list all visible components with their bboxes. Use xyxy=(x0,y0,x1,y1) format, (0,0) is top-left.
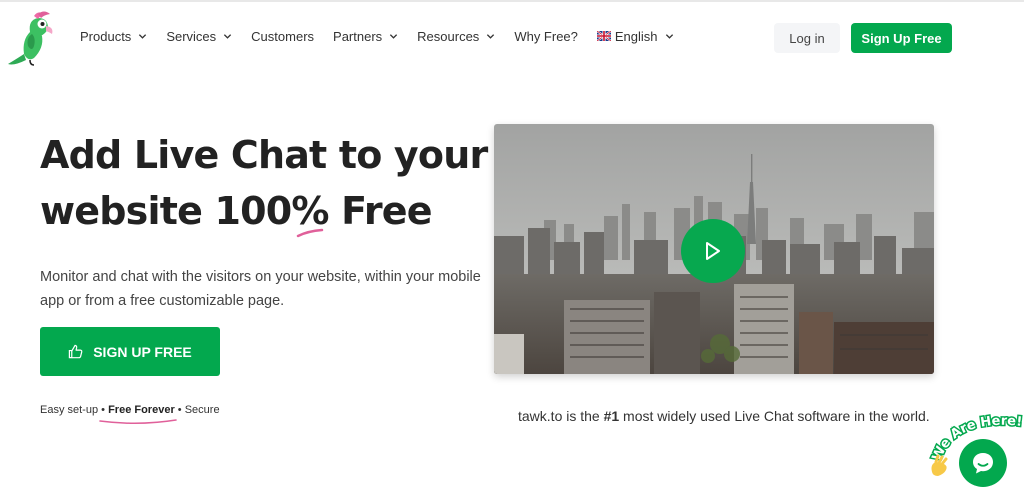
feature-secure: Secure xyxy=(184,404,220,416)
chevron-down-icon xyxy=(390,33,398,39)
language-label: English xyxy=(614,28,658,44)
feature-free-forever: Free Forever xyxy=(108,404,175,416)
cta-label: SIGN UP FREE xyxy=(93,343,192,360)
language-selector[interactable]: English xyxy=(596,28,674,44)
login-button[interactable]: Log in xyxy=(774,23,840,53)
thumbs-up-icon xyxy=(69,344,83,359)
nav-label: Resources xyxy=(417,28,480,44)
main-nav: Products Services Customers Partners Res… xyxy=(80,26,693,46)
chevron-down-icon xyxy=(224,33,232,39)
tagline-rank: #1 xyxy=(603,408,620,424)
bullet-separator: • xyxy=(177,404,182,416)
chevron-down-icon xyxy=(139,33,147,39)
hero-title-line-1: Add Live Chat to your xyxy=(40,133,488,177)
pink-underline-decoration xyxy=(99,419,177,425)
nav-label: Partners xyxy=(333,28,383,44)
nav-products[interactable]: Products xyxy=(80,29,147,44)
tagline-prefix: tawk.to is the xyxy=(518,408,604,424)
bullet-separator: • xyxy=(101,404,106,416)
chat-bubble-icon xyxy=(973,453,993,474)
signup-button[interactable]: Sign Up Free xyxy=(851,23,952,53)
nav-customers[interactable]: Customers xyxy=(251,29,314,44)
nav-label: Customers xyxy=(251,28,315,44)
nav-resources[interactable]: Resources xyxy=(417,29,495,44)
hero-title: Add Live Chat to your website 100% Free xyxy=(40,127,488,239)
play-button[interactable] xyxy=(681,219,745,283)
chat-widget-button[interactable] xyxy=(959,439,1007,487)
uk-flag-icon xyxy=(596,31,611,41)
nav-label: Why Free? xyxy=(514,28,578,44)
chevron-down-icon xyxy=(487,33,495,39)
feature-easy-setup: Easy set-up xyxy=(40,404,99,416)
nav-why-free[interactable]: Why Free? xyxy=(514,29,578,44)
site-header: Products Services Customers Partners Res… xyxy=(0,2,1024,74)
chevron-down-icon xyxy=(665,33,673,39)
tagline-suffix: most widely used Live Chat software in t… xyxy=(619,408,930,424)
nav-services[interactable]: Services xyxy=(166,29,232,44)
signup-free-cta-button[interactable]: SIGN UP FREE xyxy=(40,327,220,376)
play-icon xyxy=(706,242,720,260)
video-thumbnail[interactable] xyxy=(494,124,934,374)
hero-title-line-2: website 100% Free xyxy=(40,189,433,233)
nav-partners[interactable]: Partners xyxy=(333,29,398,44)
feature-list: Easy set-up • Free Forever • Secure xyxy=(40,404,220,416)
pink-underline-decoration xyxy=(296,228,324,238)
hero-description: Monitor and chat with the visitors on yo… xyxy=(40,269,481,309)
nav-label: Services xyxy=(166,28,217,44)
parrot-logo[interactable] xyxy=(4,10,56,66)
video-tagline: tawk.to is the #1 most widely used Live … xyxy=(518,408,930,424)
nav-label: Products xyxy=(80,28,132,44)
